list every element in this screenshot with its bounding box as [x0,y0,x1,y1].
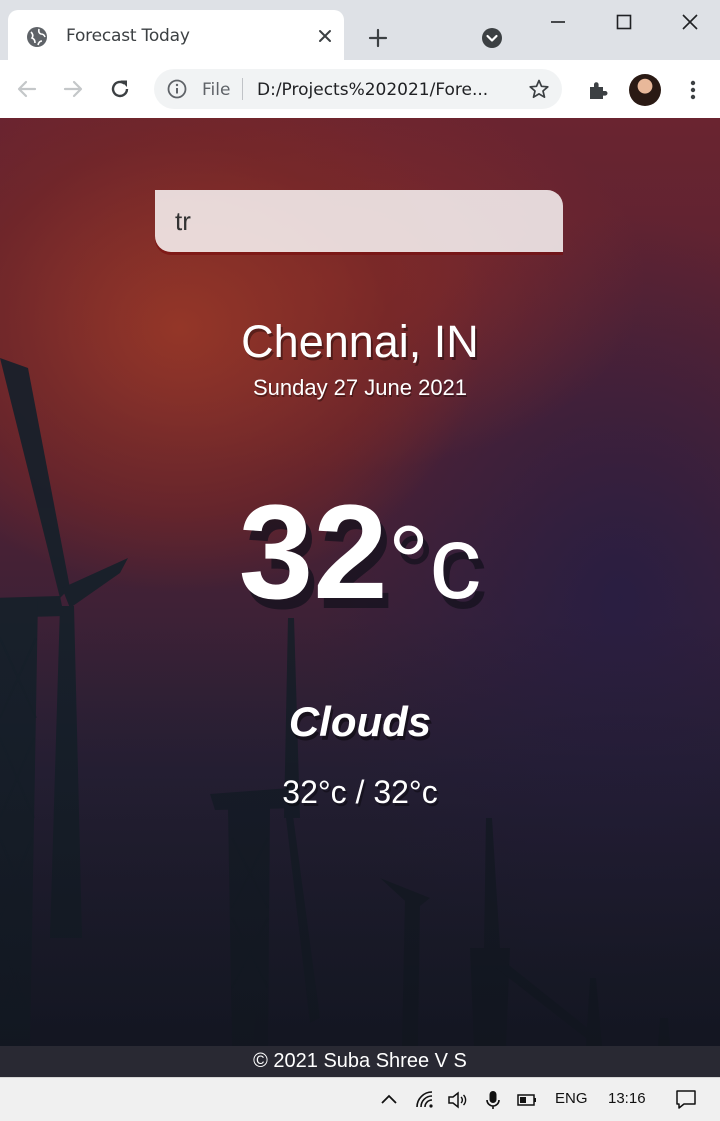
menu-icon[interactable] [682,78,704,102]
volume-icon[interactable] [446,1089,468,1111]
browser-toolbar: File D:/Projects%202021/Fore... [0,60,720,119]
extensions-icon[interactable] [586,78,610,102]
url-scheme: File [202,80,231,100]
search-input[interactable] [155,190,563,252]
avatar[interactable] [629,74,661,106]
clock[interactable]: 13:16 [608,1090,646,1107]
language-indicator[interactable]: ENG [555,1090,588,1107]
temperature-value: 32 [238,478,388,627]
notifications-icon[interactable] [674,1087,698,1111]
taskbar: ENG 13:16 [0,1077,720,1121]
back-icon[interactable] [14,76,40,102]
weather-condition: Clouds [288,698,432,745]
location-name: Chennai, IN [241,316,479,367]
current-date: Sunday 27 June 2021 [252,375,468,400]
temperature-unit: °c [387,505,482,621]
hi-low-temperature: 32°c / 32°c [282,774,438,810]
microphone-icon[interactable] [482,1089,504,1111]
browser-tab-strip: Forecast Today [0,0,720,60]
browser-tab[interactable]: Forecast Today [8,10,344,60]
url-text: D:/Projects%202021/Fore... [257,80,489,100]
forward-icon[interactable] [60,76,86,102]
battery-icon[interactable] [516,1089,538,1111]
chevron-up-icon[interactable] [378,1089,400,1111]
address-bar[interactable]: File D:/Projects%202021/Fore... [154,69,562,109]
wifi-icon[interactable] [414,1089,436,1111]
temperature: 32°c [0,486,720,620]
url-separator [242,78,243,100]
window-close-icon[interactable] [678,10,702,34]
star-icon[interactable] [528,78,550,100]
page-footer: © 2021 Suba Shree V S [0,1046,720,1077]
close-icon[interactable] [314,25,336,47]
reload-icon[interactable] [107,76,133,102]
tab-title: Forecast Today [66,26,190,46]
info-icon[interactable] [166,78,188,100]
plus-icon[interactable] [366,26,390,50]
globe-icon [27,27,47,47]
weather-page: Chennai, IN Sunday 27 June 2021 32°c Clo… [0,118,720,1046]
minimize-icon[interactable] [546,10,570,34]
tab-search-icon[interactable] [480,26,504,50]
maximize-icon[interactable] [612,10,636,34]
